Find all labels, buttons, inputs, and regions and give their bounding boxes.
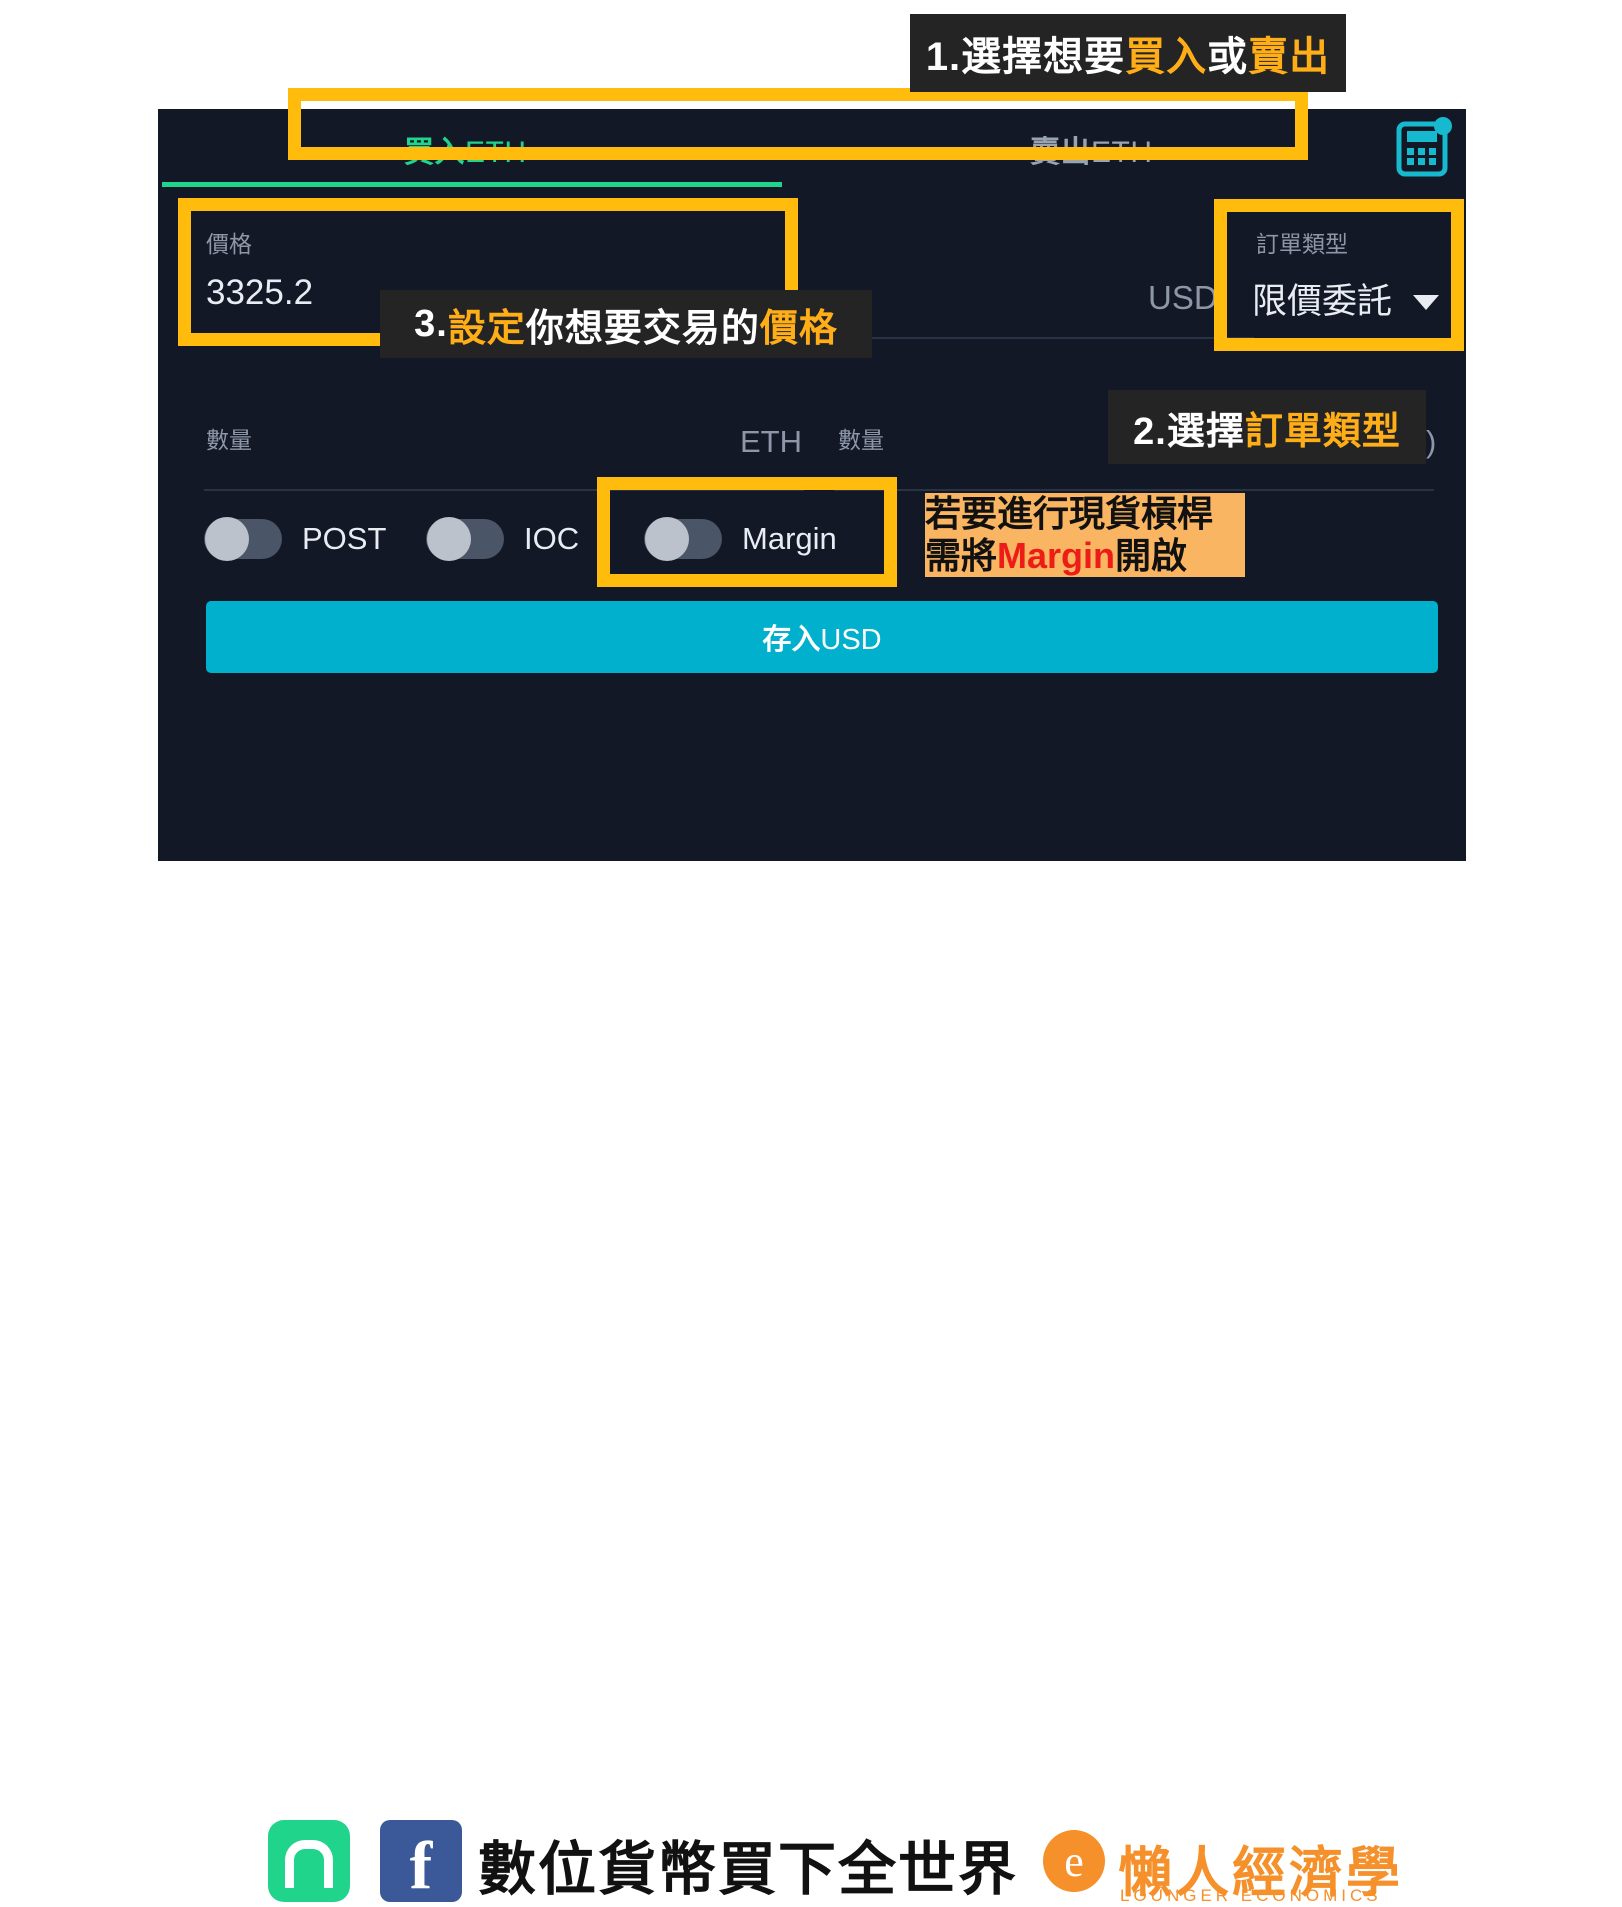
deposit-button-cjk: 存入 bbox=[762, 624, 821, 656]
amount-label-left: 數量 bbox=[206, 427, 252, 453]
amount-right-underline bbox=[834, 489, 1434, 491]
toggle-ioc-knob bbox=[427, 517, 471, 561]
annotation-step-3: 3. 設定 你想要交易的 價格 bbox=[380, 290, 872, 358]
annotation-3-prefix: 3. bbox=[414, 302, 448, 345]
active-tab-indicator bbox=[162, 182, 782, 187]
annotation-step-2: 2.選擇 訂單類型 bbox=[1108, 390, 1426, 464]
toggle-ioc[interactable]: IOC bbox=[426, 517, 580, 561]
toggle-ioc-switch[interactable] bbox=[426, 517, 504, 561]
price-unit-usd: USD bbox=[1148, 279, 1218, 316]
annotation-2-prefix: 2.選擇 bbox=[1133, 410, 1245, 453]
notification-dot-icon bbox=[1434, 117, 1452, 135]
callout-frame-margin bbox=[597, 477, 897, 587]
annotation-3-highlight-price: 價格 bbox=[759, 307, 838, 350]
amount-label-right: 數量 bbox=[838, 427, 884, 453]
app-logo-icon bbox=[268, 1820, 350, 1902]
amount-unit-eth: ETH bbox=[740, 424, 802, 459]
footer-title: 數位貨幣買下全世界 bbox=[478, 1837, 1019, 1902]
facebook-icon[interactable]: f bbox=[380, 1820, 462, 1903]
amount-unit-right: ) bbox=[1426, 424, 1437, 459]
deposit-button-currency: USD bbox=[820, 624, 882, 656]
toggle-ioc-label: IOC bbox=[524, 521, 580, 556]
lounger-economics-glyph: e bbox=[1064, 1836, 1084, 1886]
annotation-margin-tip: 若要進行現貨槓桿 需將Margin開啟 bbox=[925, 493, 1245, 577]
callout-frame-tabs bbox=[288, 88, 1308, 160]
annotation-1-prefix: 1.選擇想要 bbox=[925, 35, 1126, 79]
annotation-margin-line1: 若要進行現貨槓桿 bbox=[925, 493, 1214, 534]
brand-subtitle: LOUNGER ECONOMICS bbox=[1120, 1886, 1382, 1905]
toggle-post-label: POST bbox=[302, 521, 387, 556]
deposit-usd-button[interactable]: 存入USD bbox=[206, 601, 1438, 673]
annotation-3-highlight-set: 設定 bbox=[447, 307, 526, 350]
annotation-2-highlight-order-type: 訂單類型 bbox=[1244, 410, 1401, 453]
annotation-margin-line2-red: Margin bbox=[997, 535, 1116, 576]
annotation-margin-line2-a: 需將 bbox=[925, 535, 998, 576]
annotation-margin-line2-b: 開啟 bbox=[1115, 535, 1188, 576]
annotation-3-mid: 你想要交易的 bbox=[525, 307, 760, 350]
facebook-glyph: f bbox=[409, 1826, 433, 1903]
lounger-economics-logo-icon: e bbox=[1043, 1830, 1105, 1892]
annotation-1-highlight-sell: 賣出 bbox=[1248, 35, 1331, 79]
annotation-margin-line2: 需將Margin開啟 bbox=[925, 535, 1245, 577]
app-logo-glyph bbox=[285, 1840, 333, 1888]
footer: f 數位貨幣買下全世界 e 懶人經濟學 LOUNGER ECONOMICS bbox=[0, 900, 1622, 1905]
toggle-post[interactable]: POST bbox=[204, 517, 387, 561]
annotation-1-highlight-buy: 買入 bbox=[1125, 35, 1208, 79]
toggle-post-knob bbox=[205, 517, 249, 561]
annotation-1-mid: 或 bbox=[1207, 35, 1249, 79]
annotation-step-1: 1.選擇想要 買入或賣出 bbox=[910, 14, 1346, 92]
callout-frame-order-type bbox=[1214, 199, 1464, 351]
toggle-post-switch[interactable] bbox=[204, 517, 282, 561]
